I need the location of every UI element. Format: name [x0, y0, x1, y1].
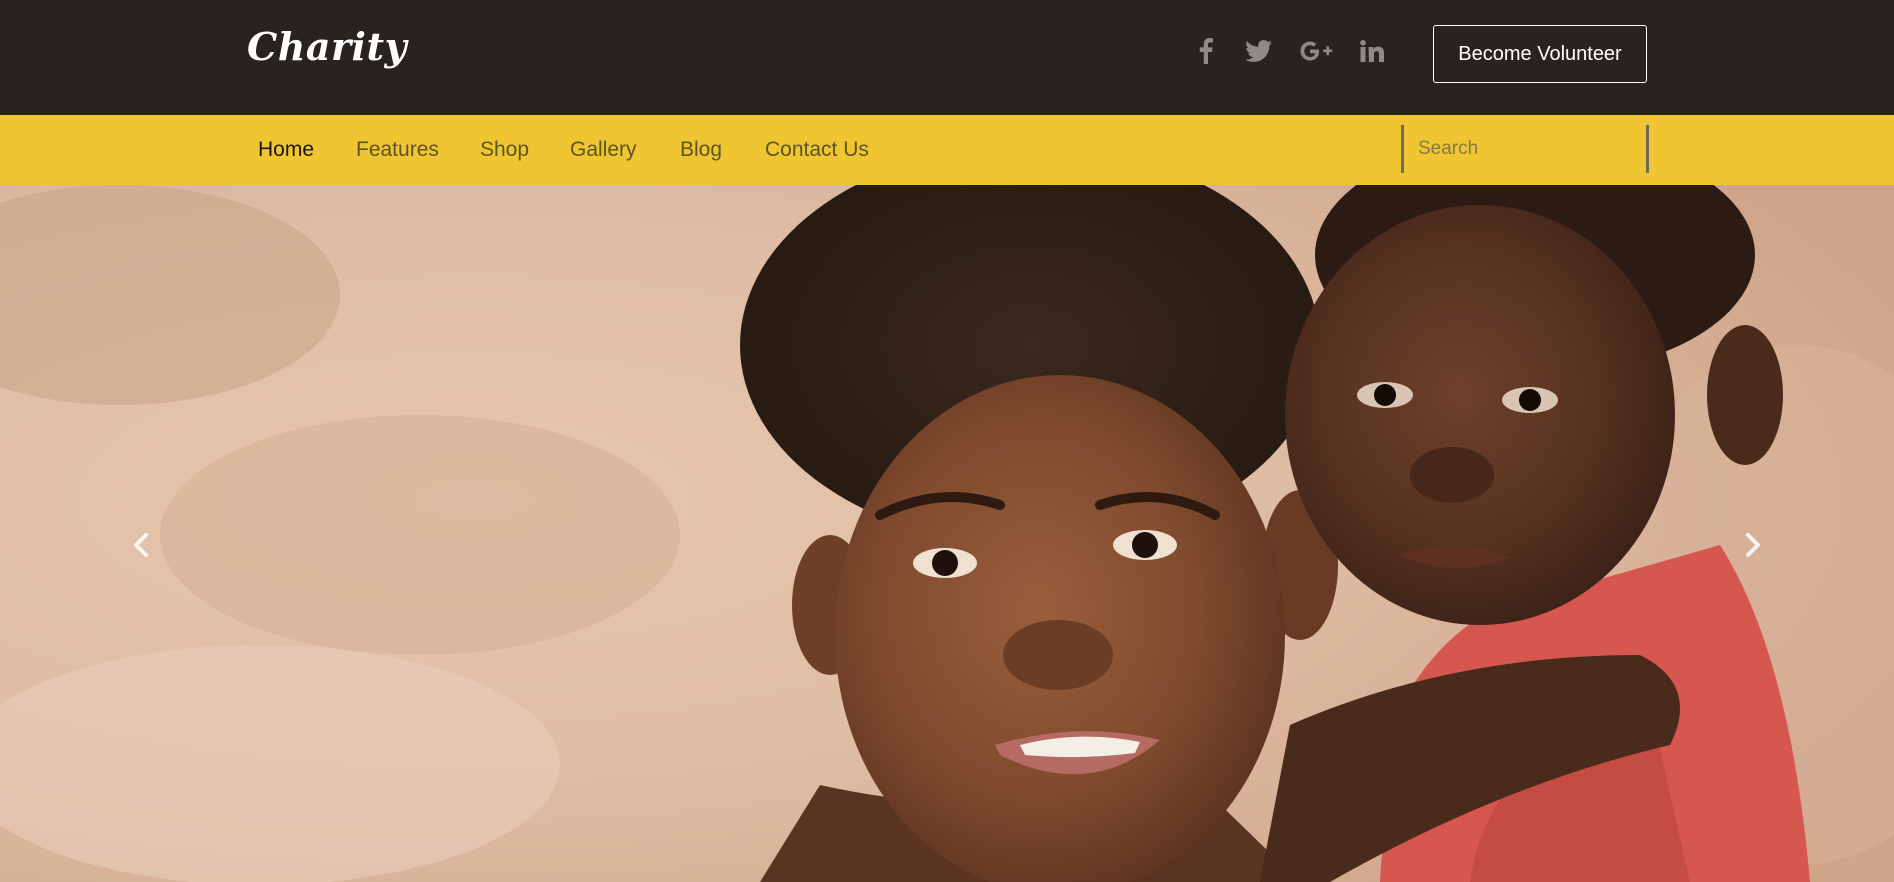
- two-children-photo: [0, 185, 1894, 882]
- search-input[interactable]: [1404, 125, 1646, 173]
- nav-item-contact-us[interactable]: Contact Us: [765, 115, 869, 185]
- nav-item-features[interactable]: Features: [356, 115, 439, 185]
- chevron-right-icon[interactable]: [1738, 525, 1768, 565]
- linkedin-icon[interactable]: [1358, 36, 1386, 66]
- become-volunteer-button[interactable]: Become Volunteer: [1433, 25, 1647, 83]
- main-nav: Home Features Shop Gallery Blog Contact …: [0, 115, 1894, 185]
- site-logo[interactable]: Charity: [247, 24, 407, 69]
- nav-item-home[interactable]: Home: [258, 115, 314, 185]
- nav-item-shop[interactable]: Shop: [480, 115, 529, 185]
- hero-slider: [0, 185, 1894, 882]
- google-plus-icon[interactable]: [1297, 36, 1335, 66]
- chevron-left-icon[interactable]: [126, 525, 156, 565]
- twitter-icon[interactable]: [1243, 36, 1273, 66]
- nav-item-blog[interactable]: Blog: [680, 115, 722, 185]
- top-header: Charity Become Volunteer: [0, 0, 1894, 115]
- search-box: [1401, 125, 1649, 173]
- facebook-icon[interactable]: [1196, 36, 1216, 66]
- nav-item-gallery[interactable]: Gallery: [570, 115, 637, 185]
